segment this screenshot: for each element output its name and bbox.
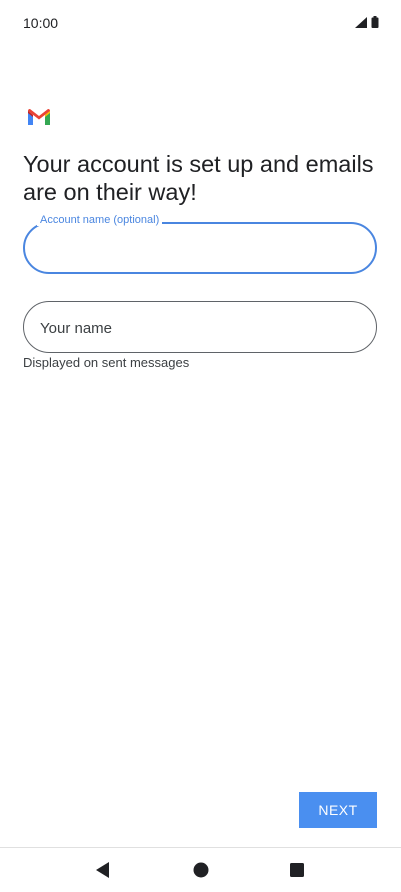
- account-name-input[interactable]: [41, 236, 359, 262]
- your-name-input[interactable]: [38, 315, 360, 341]
- navigation-bar: [0, 848, 401, 892]
- status-icons: [355, 16, 379, 28]
- account-name-label: Account name (optional): [37, 214, 163, 226]
- back-triangle-icon: [96, 862, 109, 878]
- your-name-field[interactable]: [23, 301, 377, 353]
- home-button[interactable]: [190, 859, 212, 881]
- home-circle-icon: [193, 862, 209, 878]
- page-title: Your account is set up and emails are on…: [23, 151, 374, 205]
- your-name-helper-text: Displayed on sent messages: [23, 355, 190, 370]
- gmail-logo-icon: [28, 109, 50, 125]
- screen: 10:00 Your account is set up and emails …: [0, 0, 401, 892]
- status-time: 10:00: [23, 15, 59, 31]
- recents-button[interactable]: [286, 859, 308, 881]
- back-button[interactable]: [92, 859, 114, 881]
- signal-icon: [355, 16, 367, 28]
- next-button[interactable]: NEXT: [299, 792, 377, 828]
- status-bar: 10:00: [0, 0, 401, 48]
- account-name-field[interactable]: Account name (optional): [23, 214, 377, 274]
- recents-square-icon: [290, 863, 304, 877]
- battery-icon: [371, 16, 379, 28]
